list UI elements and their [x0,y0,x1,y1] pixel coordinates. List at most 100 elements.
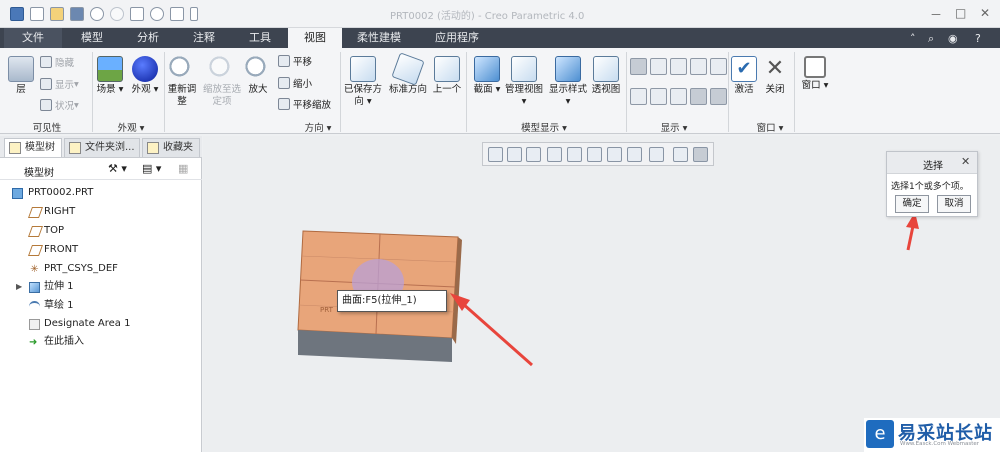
maximize-button[interactable]: □ [955,6,966,20]
status-button[interactable]: 状况 ▾ [40,98,79,112]
favorites-icon [147,142,159,154]
tree-settings-icon[interactable]: ⚒ ▾ [108,162,127,175]
windows-button[interactable]: 窗口 ▾ [798,56,832,92]
plane-display-icon[interactable] [630,58,647,75]
tab-favorites[interactable]: 收藏夹 [142,138,200,157]
insert-here-icon: ➜ [29,337,38,348]
close-button[interactable]: ✕ [980,6,990,20]
group-orientation-label: 方向 ▾ [304,123,332,134]
new-file-icon[interactable] [30,7,44,21]
redo-icon[interactable] [110,7,124,21]
watermark-url: Www.Easck.Com Webmaster [900,441,980,447]
zoom-to-selected-button[interactable]: 缩放至选定项 [202,56,242,108]
title-bar: PRT0002 (活动的) - Creo Parametric 4.0 － □ … [0,0,1000,28]
tree-filter-icon[interactable]: ▦ [178,162,188,175]
ribbon-divider [626,52,627,132]
display-style-icon [555,56,581,82]
axis-tag-display-icon[interactable] [650,88,667,105]
annotation-display-icon[interactable] [710,58,727,75]
datum-plane-icon [27,245,44,256]
activate-button[interactable]: ✔ 激活 [730,56,758,96]
expand-arrow-icon[interactable]: ▶ [16,278,22,296]
tab-file[interactable]: 文件 [4,28,62,48]
pan-zoom-button[interactable]: 平移缩放 [278,97,331,111]
point-display-icon[interactable] [670,58,687,75]
tab-view[interactable]: 视图 [288,28,342,48]
tab-annotate[interactable]: 注释 [176,28,232,48]
refit-button[interactable]: 重新调整 [164,56,200,108]
close-icon[interactable]: ✕ [961,155,970,168]
tab-analysis[interactable]: 分析 [122,28,174,48]
regenerate-icon[interactable] [130,7,144,21]
standard-orientation-icon [391,52,425,86]
zoom-out-icon [278,77,290,89]
group-appearance-label: 外观 ▾ [117,123,145,134]
save-icon[interactable] [70,7,84,21]
tab-flexible-modeling[interactable]: 柔性建模 [344,28,414,48]
previous-orientation-button[interactable]: 上一个 [430,56,464,96]
tab-tools[interactable]: 工具 [234,28,286,48]
tab-folder-browser[interactable]: 文件夹浏... [64,138,140,157]
tab-model[interactable]: 模型 [64,28,120,48]
saved-orientations-icon[interactable] [607,147,622,162]
show-button[interactable]: 显示 ▾ [40,77,79,91]
csys-icon: ✳ [30,264,39,275]
scene-button[interactable]: 场景 ▾ [94,56,126,96]
app-icon[interactable] [10,7,24,21]
help-menu-icon[interactable]: ? [975,32,981,45]
open-folder-icon[interactable] [50,7,64,21]
folder-icon [69,142,81,154]
refit-icon[interactable] [488,147,503,162]
hide-button[interactable]: 隐藏 [40,55,74,69]
display-style-icon[interactable] [587,147,602,162]
undo-icon[interactable] [90,7,104,21]
saved-orientations-button[interactable]: 已保存方向 ▾ [342,56,384,108]
graphics-window[interactable] [203,136,1000,452]
axis-display-icon[interactable] [650,58,667,75]
ribbon-divider [92,52,93,132]
tab-model-tree[interactable]: 模型树 [4,138,62,157]
tab-applications[interactable]: 应用程序 [416,28,498,48]
pan-hand-icon [278,55,290,67]
designate-area-icon [29,319,40,330]
point-tag-display-icon[interactable] [670,88,687,105]
spin-center-icon[interactable] [567,147,582,162]
collapse-ribbon-icon[interactable]: ˄ [910,32,916,45]
tree-columns-icon[interactable]: ▤ ▾ [142,162,161,175]
minimize-button[interactable]: － [930,6,942,23]
spin-center-display-icon[interactable] [710,88,727,105]
csys-tag-display-icon[interactable] [690,88,707,105]
manage-views-button[interactable]: 管理视图 ▾ [502,56,546,108]
zoom-in-icon[interactable] [507,147,522,162]
help-icon[interactable]: ◉ [948,32,958,45]
customize-qa-icon[interactable] [190,7,198,21]
cancel-button[interactable]: 取消 [937,195,971,213]
repaint-icon[interactable] [547,147,562,162]
zoom-out-icon[interactable] [526,147,541,162]
perspective-button[interactable]: 透视图 [590,56,622,96]
annotation-display-icon[interactable] [673,147,688,162]
layer-button[interactable]: 层 [6,56,36,96]
standard-orientation-button[interactable]: 标准方向 [386,52,430,96]
zoom-out-button[interactable]: 缩小 [278,76,312,90]
section-button[interactable]: 截面 ▾ [472,56,502,96]
plane-tag-display-icon[interactable] [630,88,647,105]
manage-views-icon [511,56,537,82]
spin-center-display-icon[interactable] [693,147,708,162]
dialog-message: 选择1个或多个项。 [891,182,969,192]
settings-icon[interactable] [150,7,164,21]
close-window-icon[interactable] [170,7,184,21]
zoom-selected-icon [209,56,235,82]
search-icon[interactable]: ⌕ [928,32,934,46]
group-model-display-label: 模型显示 ▾ [521,123,567,134]
csys-display-icon[interactable] [690,58,707,75]
appearance-button[interactable]: 外观 ▾ [130,56,160,96]
pan-button[interactable]: 平移 [278,54,312,68]
zoom-in-button[interactable]: 放大 [244,56,272,96]
display-style-button[interactable]: 显示样式 ▾ [546,56,590,108]
view-manager-icon[interactable] [627,147,642,162]
datum-display-filters-icon[interactable] [649,147,664,162]
ok-button[interactable]: 确定 [895,195,929,213]
ribbon-divider [340,52,341,132]
close-window-button[interactable]: ✕ 关闭 [762,56,788,96]
